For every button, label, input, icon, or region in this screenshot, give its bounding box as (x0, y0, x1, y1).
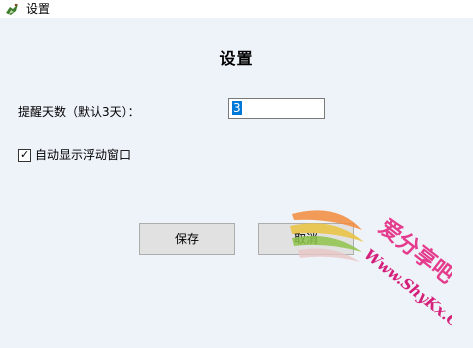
save-button[interactable]: 保存 (139, 223, 235, 255)
page-title: 设置 (219, 49, 254, 68)
checkmark-icon: ✓ (20, 148, 30, 161)
watermark-logo: 爱分享吧 Www.ShyKx.Com (290, 210, 452, 344)
auto-show-checkbox[interactable]: ✓ (18, 148, 31, 162)
window-title: 设置 (26, 2, 51, 16)
remind-days-input[interactable]: 3 (228, 98, 325, 119)
remind-days-value: 3 (232, 101, 242, 115)
auto-show-label[interactable]: 自动显示浮动窗口 (35, 148, 131, 163)
dialog-body: 设置 提醒天数（默认3天）： 3 ✓ 自动显示浮动窗口 保存 取消 爱分享吧 W… (0, 18, 473, 348)
app-icon (4, 1, 20, 17)
title-bar: 设置 (0, 0, 473, 18)
remind-days-label: 提醒天数（默认3天）： (18, 105, 140, 119)
